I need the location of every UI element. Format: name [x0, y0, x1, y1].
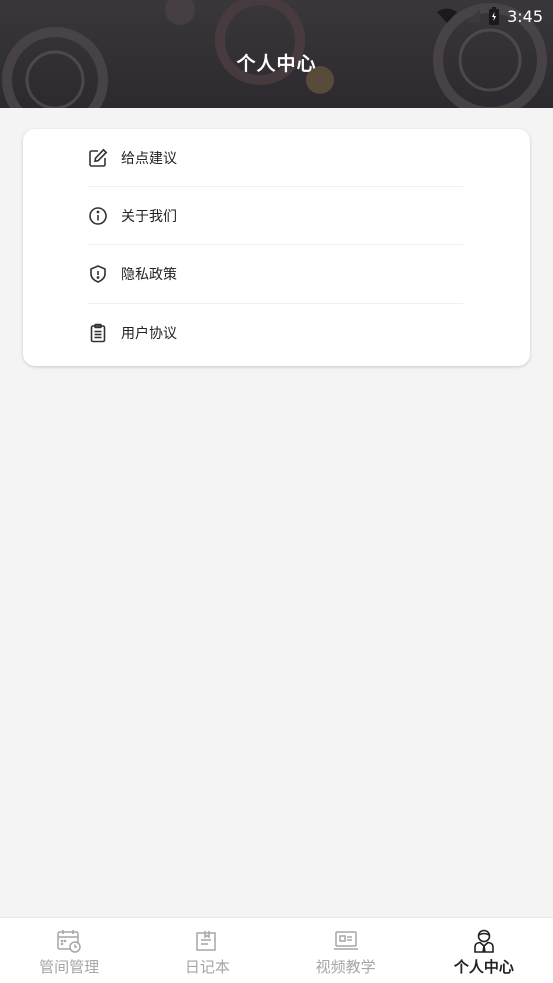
tab-diary[interactable]: 日记本 — [138, 918, 276, 983]
menu-item-label: 用户协议 — [121, 326, 177, 342]
menu-item-privacy[interactable]: 隐私政策 — [87, 245, 463, 303]
signal-icon — [466, 9, 481, 23]
info-icon — [87, 205, 109, 227]
tab-time-management[interactable]: 管间管理 — [0, 918, 138, 983]
status-time: 3:45 — [507, 6, 543, 26]
menu-card: 给点建议 关于我们 隐私政策 用户协议 — [23, 129, 530, 366]
status-bar: 3:45 — [437, 4, 543, 28]
calendar-clock-icon — [57, 930, 81, 953]
menu-item-label: 关于我们 — [121, 209, 177, 225]
menu-item-suggestion[interactable]: 给点建议 — [87, 129, 463, 187]
menu-item-label: 给点建议 — [121, 151, 177, 167]
shield-icon — [87, 263, 109, 285]
clipboard-icon — [87, 322, 109, 344]
tab-video-tutorial[interactable]: 视频教学 — [277, 918, 415, 983]
page-title: 个人中心 — [236, 53, 317, 75]
menu-item-label: 隐私政策 — [121, 267, 177, 283]
monitor-icon — [333, 931, 358, 950]
menu-item-agreement[interactable]: 用户协议 — [87, 304, 463, 362]
tab-label: 个人中心 — [453, 958, 514, 976]
notebook-icon — [196, 931, 217, 951]
menu-item-about[interactable]: 关于我们 — [87, 187, 463, 245]
tab-label: 日记本 — [184, 958, 230, 976]
tab-label: 视频教学 — [315, 958, 376, 976]
bottom-tab-bar: 管间管理 日记本 视频教学 个人中心 — [0, 917, 553, 983]
header: 3:45 个人中心 — [0, 0, 553, 108]
tab-label: 管间管理 — [39, 958, 100, 976]
battery-icon — [489, 7, 500, 25]
edit-icon — [87, 147, 109, 169]
person-icon — [474, 929, 494, 953]
tab-profile[interactable]: 个人中心 — [415, 918, 553, 983]
wifi-icon — [437, 8, 458, 23]
